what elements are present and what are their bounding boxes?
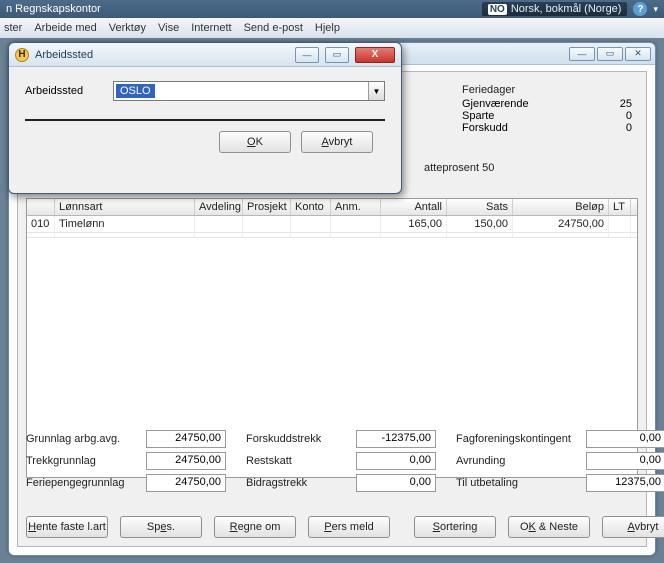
combobox-selection: OSLO — [116, 84, 155, 98]
total-value: 12375,00 — [586, 474, 664, 492]
total-value: 0,00 — [586, 452, 664, 470]
col-rate[interactable]: Sats — [447, 199, 513, 215]
language-label: Norsk, bokmål (Norge) — [511, 3, 622, 15]
total-label: Til utbetaling — [456, 477, 586, 489]
menu-item[interactable]: Arbeide med — [34, 22, 96, 34]
col-wagetype[interactable]: Lønnsart — [55, 199, 195, 215]
dialog-body: Arbeidssted OSLO ▼ OK Avbryt — [9, 67, 401, 167]
total-label: Trekkgrunnlag — [26, 455, 146, 467]
cancel-button[interactable]: Avbryt — [301, 131, 373, 153]
app-icon: H — [15, 48, 29, 62]
sort-button[interactable]: Sortering — [414, 516, 496, 538]
col-project[interactable]: Prosjekt — [243, 199, 291, 215]
workplace-dialog: H Arbeidssted — ▭ X Arbeidssted OSLO ▼ O… — [8, 42, 402, 194]
minimize-button[interactable]: — — [569, 47, 595, 61]
app-title: n Regnskapskontor — [6, 3, 101, 15]
menu-item[interactable]: Verktøy — [109, 22, 146, 34]
vacation-value: 25 — [592, 98, 632, 110]
close-button[interactable]: X — [355, 47, 395, 63]
vacation-header: Feriedager — [462, 84, 632, 96]
cell-rate: 150,00 — [447, 216, 513, 232]
vacation-label: Forskudd — [462, 122, 508, 134]
keyboard-code: NO — [488, 4, 507, 15]
cell-lt — [609, 216, 631, 232]
cell-project — [243, 216, 291, 232]
pers-meld-button[interactable]: Pers meld — [308, 516, 390, 538]
grid-header: Lønnsart Avdeling Prosjekt Konto Anm. An… — [27, 199, 637, 216]
col-note[interactable]: Anm. — [331, 199, 381, 215]
ok-button[interactable]: OK — [219, 131, 291, 153]
chevron-down-icon[interactable]: ▾ — [653, 4, 658, 15]
total-value: 24750,00 — [146, 452, 226, 470]
vacation-label: Gjenværende — [462, 98, 529, 110]
ok-next-button[interactable]: OK & Neste — [508, 516, 590, 538]
cancel-button[interactable]: Avbryt — [602, 516, 664, 538]
menu-item[interactable]: Send e-post — [244, 22, 303, 34]
total-value: 24750,00 — [146, 430, 226, 448]
total-value: 0,00 — [356, 474, 436, 492]
total-value: -12375,00 — [356, 430, 436, 448]
total-label: Bidragstrekk — [246, 477, 356, 489]
dialog-titlebar: H Arbeidssted — ▭ X — [9, 43, 401, 67]
dialog-title: Arbeidssted — [35, 49, 289, 61]
help-icon[interactable]: ? — [633, 2, 647, 16]
cell-amount: 24750,00 — [513, 216, 609, 232]
close-button[interactable]: ✕ — [625, 47, 651, 61]
vacation-value: 0 — [592, 122, 632, 134]
col-number[interactable] — [27, 199, 55, 215]
col-quantity[interactable]: Antall — [381, 199, 447, 215]
workplace-combobox[interactable]: OSLO ▼ — [113, 81, 385, 101]
cell-number: 010 — [27, 216, 55, 232]
col-lt[interactable]: LT — [609, 199, 631, 215]
cell-department — [195, 216, 243, 232]
col-amount[interactable]: Beløp — [513, 199, 609, 215]
menu-item[interactable]: Vise — [158, 22, 179, 34]
chevron-down-icon[interactable]: ▼ — [368, 82, 384, 100]
minimize-button[interactable]: — — [295, 47, 319, 63]
recalc-button[interactable]: Regne om — [214, 516, 296, 538]
fetch-fixed-button[interactable]: Hente faste l.art — [26, 516, 108, 538]
total-label: Restskatt — [246, 455, 356, 467]
total-value: 0,00 — [356, 452, 436, 470]
total-label: Forskuddstrekk — [246, 433, 356, 445]
app-titlebar: n Regnskapskontor NO Norsk, bokmål (Norg… — [0, 0, 664, 18]
total-label: Grunnlag arbg.avg. — [26, 433, 146, 445]
total-value: 24750,00 — [146, 474, 226, 492]
tax-percent-label: atteprosent 50 — [424, 162, 494, 174]
vacation-label: Sparte — [462, 110, 494, 122]
vacation-days-box: Feriedager Gjenværende 25 Sparte 0 Forskud… — [462, 84, 632, 134]
menu-item[interactable]: ster — [4, 22, 22, 34]
totals-area: Grunnlag arbg.avg. 24750,00 Forskuddstre… — [26, 430, 638, 492]
language-indicator[interactable]: NO Norsk, bokmål (Norge) — [482, 2, 628, 16]
separator — [25, 119, 385, 121]
cell-wagetype: Timelønn — [55, 216, 195, 232]
menu-item[interactable]: Internett — [191, 22, 231, 34]
menubar: ster Arbeide med Verktøy Vise Internett … — [0, 18, 664, 38]
table-row[interactable]: 010 Timelønn 165,00 150,00 24750,00 — [27, 216, 637, 233]
cell-account — [291, 216, 331, 232]
maximize-button[interactable]: ▭ — [325, 47, 349, 63]
col-department[interactable]: Avdeling — [195, 199, 243, 215]
menu-item[interactable]: Hjelp — [315, 22, 340, 34]
total-label: Avrunding — [456, 455, 586, 467]
total-label: Feriepengegrunnlag — [26, 477, 146, 489]
vacation-value: 0 — [592, 110, 632, 122]
total-label: Fagforeningskontingent — [456, 433, 586, 445]
maximize-button[interactable]: ▭ — [597, 47, 623, 61]
col-account[interactable]: Konto — [291, 199, 331, 215]
spec-button[interactable]: Spes. — [120, 516, 202, 538]
workplace-label: Arbeidssted — [25, 85, 103, 97]
button-bar: Hente faste l.art Spes. Regne om Pers me… — [26, 516, 638, 538]
table-row[interactable] — [27, 233, 637, 238]
cell-note — [331, 216, 381, 232]
total-value: 0,00 — [586, 430, 664, 448]
cell-quantity: 165,00 — [381, 216, 447, 232]
